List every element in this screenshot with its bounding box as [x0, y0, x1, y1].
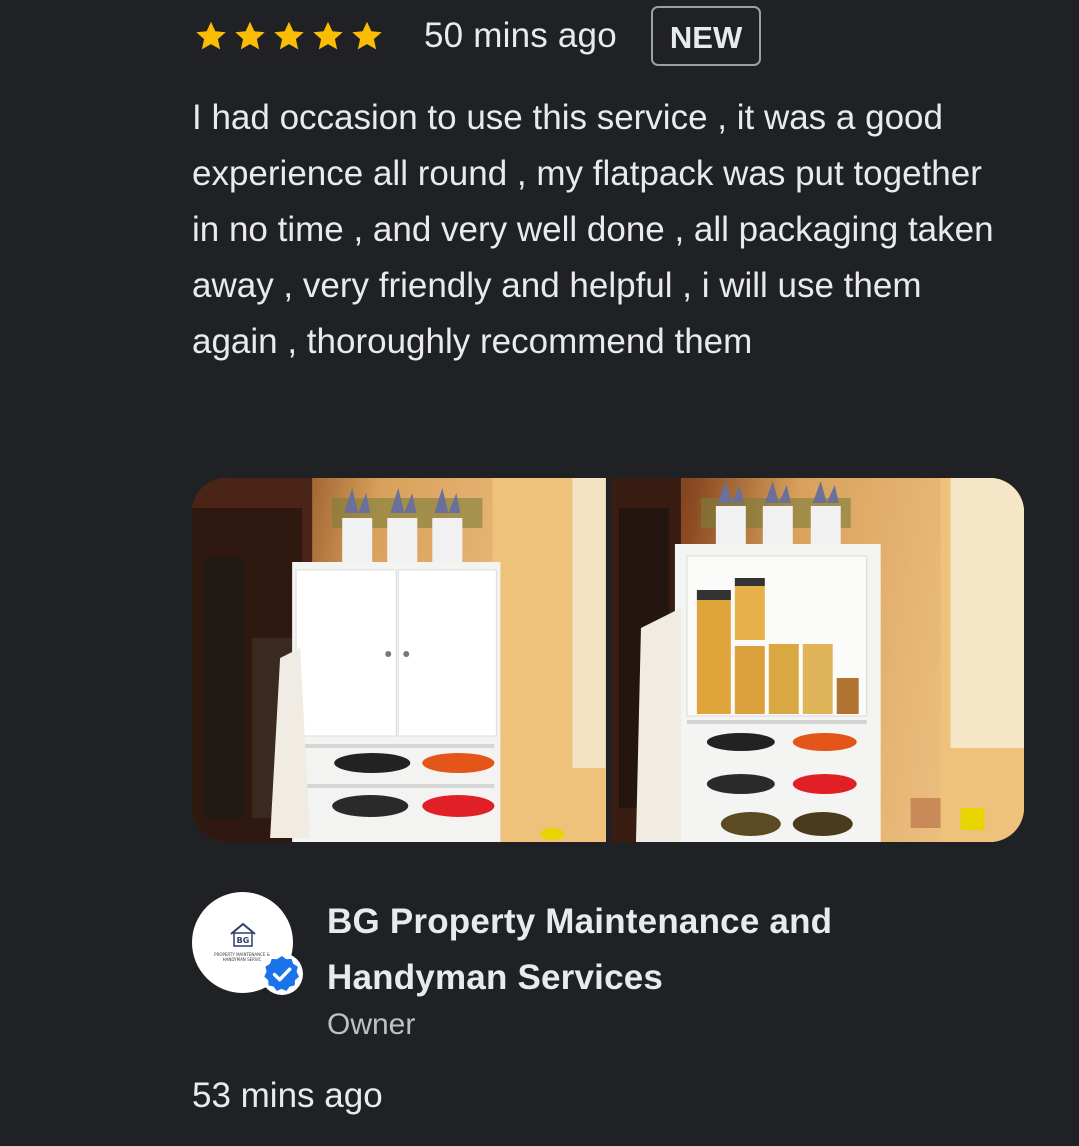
star-icon [231, 18, 269, 54]
review-time: 50 mins ago [424, 16, 617, 55]
star-icon [348, 18, 386, 54]
star-icon [192, 18, 230, 54]
review-photo-2[interactable] [610, 478, 1024, 842]
owner-avatar[interactable]: BG PROPERTY MAINTENANCE & HANDYMAN SERVI… [192, 892, 303, 995]
review-photos [192, 478, 1024, 842]
new-badge: NEW [650, 6, 762, 66]
owner-name[interactable]: BG Property Maintenance and Handyman Ser… [327, 894, 967, 1006]
reply-time: 53 mins ago [192, 1076, 383, 1115]
review-photo-1[interactable] [192, 478, 606, 842]
review-text[interactable]: I had occasion to use this service , it … [192, 90, 1012, 370]
cabinet-open-photo [610, 478, 1024, 842]
star-icon [270, 18, 308, 54]
verified-check-icon [261, 953, 303, 995]
rating-row: 50 mins ago NEW [192, 4, 762, 68]
svg-text:BG: BG [237, 936, 250, 945]
house-logo-icon: BG [230, 922, 256, 947]
star-icon [309, 18, 347, 54]
star-rating [192, 18, 386, 54]
owner-role: Owner [327, 1008, 416, 1041]
cabinet-closed-photo [192, 478, 606, 842]
owner-reply-header: BG PROPERTY MAINTENANCE & HANDYMAN SERVI… [192, 892, 1012, 1041]
